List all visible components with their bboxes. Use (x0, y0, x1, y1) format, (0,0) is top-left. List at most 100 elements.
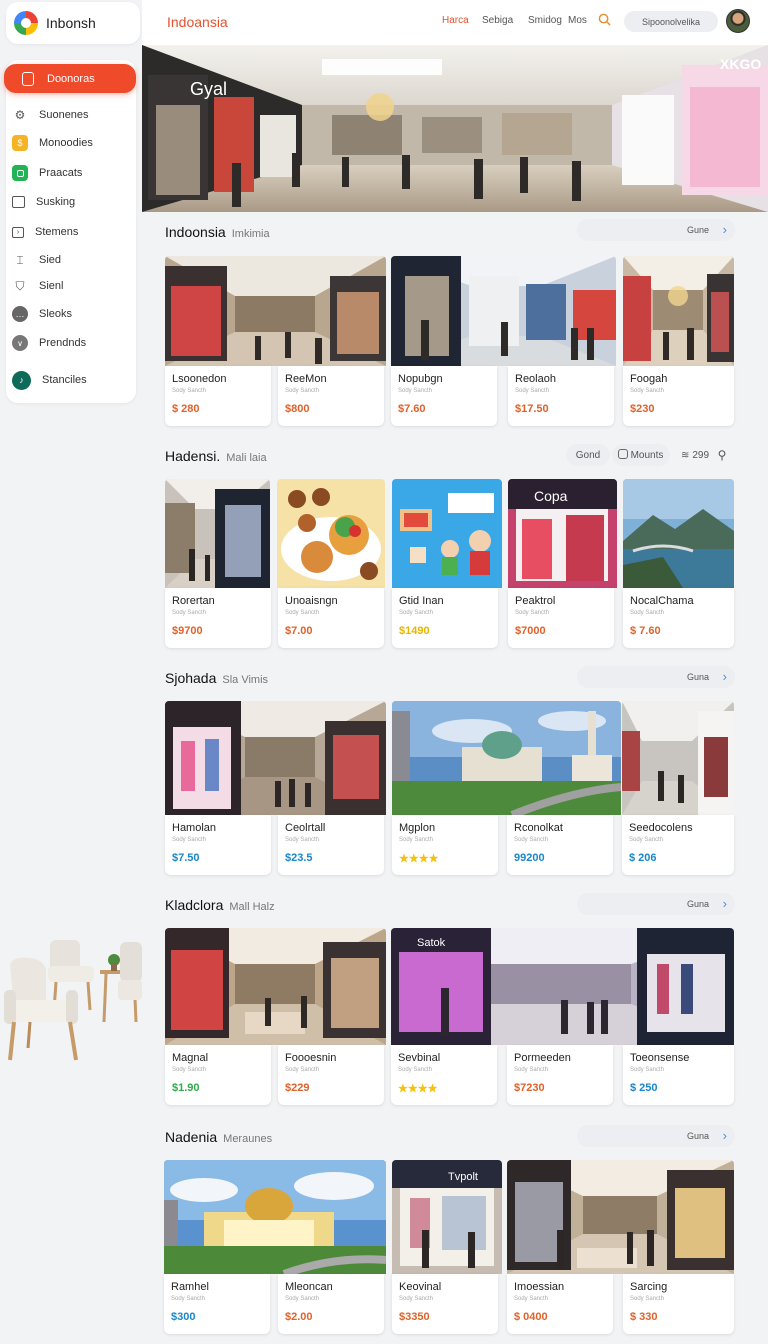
card-image[interactable]: Copa (508, 479, 617, 588)
product-card[interactable]: Seedocolens Sody Sancth $ 206 (622, 815, 734, 875)
top-header: Indoansia Harca Sebiga Smidog Mos Sipoon… (142, 0, 768, 45)
product-card[interactable]: Reolaoh Sody Sancth $17.50 (508, 366, 614, 426)
sidebar-item-label: Suonenes (39, 109, 89, 121)
section-more-button-5[interactable]: Guna (577, 1125, 735, 1147)
card-price: $300 (171, 1311, 196, 1323)
card-image[interactable] (391, 256, 616, 366)
product-card[interactable]: Pormeeden Sody Sancth $7230 (507, 1045, 613, 1105)
product-card[interactable]: Gtid Inan Sody Sancth $1490 (392, 588, 498, 648)
sidebar-item-active[interactable]: Doonoras (4, 64, 136, 93)
card-price: 99200 (514, 852, 545, 864)
chevron-down-icon: ∨ (12, 335, 28, 351)
svg-text:Satok: Satok (417, 937, 446, 949)
filter-chip-count[interactable]: ≋ 299 (676, 444, 714, 466)
sidebar-item-5[interactable]: › Stemens (12, 221, 78, 243)
product-card[interactable]: Foooesnin Sody Sancth $229 (278, 1045, 384, 1105)
product-card[interactable]: Unoaisngn Sody Sancth $7.00 (278, 588, 384, 648)
card-subtext: Sody Sancth (630, 610, 665, 616)
brand[interactable]: Inbonsh (6, 2, 140, 44)
card-image[interactable] (165, 701, 386, 815)
section-more-button-1[interactable]: Gune (577, 219, 735, 241)
product-card[interactable]: Sevbinal Sody Sancth ★★★★ (391, 1045, 497, 1105)
product-card[interactable]: Rorertan Sody Sancth $9700 (165, 588, 271, 648)
product-card[interactable]: Ceolrtall Sody Sancth $23.5 (278, 815, 384, 875)
product-card[interactable]: Ramhel Sody Sancth $300 (164, 1274, 270, 1334)
sidebar-item-1[interactable]: ⚙ Suonenes (12, 104, 89, 126)
card-price: $7.50 (172, 852, 200, 864)
card-name: Sarcing (630, 1281, 668, 1293)
bag-icon (22, 71, 34, 86)
card-price: $1490 (399, 625, 430, 637)
card-image[interactable] (277, 479, 385, 588)
product-card[interactable]: Hamolan Sody Sancth $7.50 (165, 815, 271, 875)
card-image[interactable] (392, 701, 621, 815)
product-card[interactable]: Mleoncan Sody Sancth $2.00 (278, 1274, 384, 1334)
card-image[interactable] (507, 1160, 734, 1274)
product-card[interactable]: Foogah Sody Sancth $230 (623, 366, 734, 426)
section-title-4: Kladclora Mall Halz (165, 897, 275, 913)
card-image[interactable] (165, 256, 386, 366)
product-card[interactable]: Imoessian Sody Sancth $ 0400 (507, 1274, 613, 1334)
search-icon[interactable] (598, 13, 611, 26)
card-image[interactable] (165, 928, 386, 1045)
sidebar-item-6[interactable]: ⌶ Sied (12, 249, 61, 271)
product-card[interactable]: Mgplon Sody Sancth ★★★★ (392, 815, 498, 875)
card-price: $ 206 (629, 852, 657, 864)
product-card[interactable]: Nopubgn Sody Sancth $7.60 (391, 366, 497, 426)
product-card[interactable]: Rconolkat Sody Sancth 99200 (507, 815, 613, 875)
card-price: $23.5 (285, 852, 313, 864)
nav-link-2[interactable]: Sebiga (482, 15, 513, 26)
product-card[interactable]: Sarcing Sody Sancth $ 330 (623, 1274, 734, 1334)
shield-icon: ⛉ (15, 278, 25, 293)
card-price: $7230 (514, 1082, 545, 1094)
card-price: $7.60 (398, 403, 426, 415)
sidebar-item-3[interactable]: Praacats (12, 162, 82, 184)
sidebar-item-7[interactable]: ⛉ Sienl (12, 275, 63, 297)
card-name: NocalChama (630, 595, 694, 607)
sidebar-item-9[interactable]: ∨ Prendnds (12, 332, 86, 354)
tag-icon: › (12, 226, 24, 238)
nav-link-4[interactable]: Mos (568, 15, 587, 26)
section-more-button-4[interactable]: Guna (577, 893, 735, 915)
nav-link-3[interactable]: Smidog (528, 15, 562, 26)
card-image[interactable] (164, 1160, 386, 1274)
location-pin-icon[interactable]: ⚲ (712, 444, 732, 466)
search-input[interactable]: Sipoonolvelika (624, 11, 718, 32)
product-card[interactable]: Keovinal Sody Sancth $3350 (392, 1274, 498, 1334)
card-name: ReeMon (285, 373, 327, 385)
card-image[interactable]: Satok (391, 928, 734, 1045)
filter-chip-mounts[interactable]: Mounts (612, 444, 670, 466)
card-price: $800 (285, 403, 310, 415)
sidebar-item-10[interactable]: ♪ Stanciles (12, 369, 87, 391)
nav-link-1[interactable]: Harca (442, 15, 469, 26)
product-card[interactable]: Magnal Sody Sancth $1.90 (165, 1045, 271, 1105)
sidebar-item-8[interactable]: … Sleoks (12, 303, 72, 325)
card-image[interactable] (392, 479, 502, 588)
decorative-chairs-image (4, 940, 142, 1061)
product-card[interactable]: Lsoonedon Sody Sancth $ 280 (165, 366, 271, 426)
card-image[interactable]: Tvpolt (392, 1160, 502, 1274)
section-subtitle: Meraunes (223, 1133, 273, 1145)
section-more-button-3[interactable]: Guna (577, 666, 735, 688)
product-card[interactable]: NocalChama Sody Sancth $ 7.60 (623, 588, 734, 648)
square-icon (12, 165, 28, 181)
card-image[interactable] (623, 256, 734, 366)
card-image[interactable] (165, 479, 270, 588)
sidebar-item-4[interactable]: Susking (12, 191, 75, 213)
section-title-1: Indoonsia Imkimia (165, 224, 270, 240)
svg-text:XKGO: XKGO (720, 56, 761, 72)
sidebar-item-2[interactable]: $ Monoodies (12, 132, 93, 154)
card-image[interactable] (623, 479, 734, 588)
card-name: Rorertan (172, 595, 215, 607)
product-card[interactable]: ReeMon Sody Sancth $800 (278, 366, 384, 426)
product-card[interactable]: Toeonsense Sody Sancth $ 250 (623, 1045, 734, 1105)
card-image[interactable] (622, 701, 734, 815)
filter-chip-gond[interactable]: Gond (566, 444, 610, 466)
card-name: Imoessian (514, 1281, 565, 1293)
avatar[interactable] (726, 9, 750, 33)
card-price: $ 0400 (514, 1311, 548, 1323)
product-card[interactable]: Peaktrol Sody Sancth $7000 (508, 588, 614, 648)
card-name: Ceolrtall (285, 822, 326, 834)
card-subtext: Sody Sancth (172, 1067, 207, 1073)
circle-icon: ♪ (12, 370, 31, 390)
